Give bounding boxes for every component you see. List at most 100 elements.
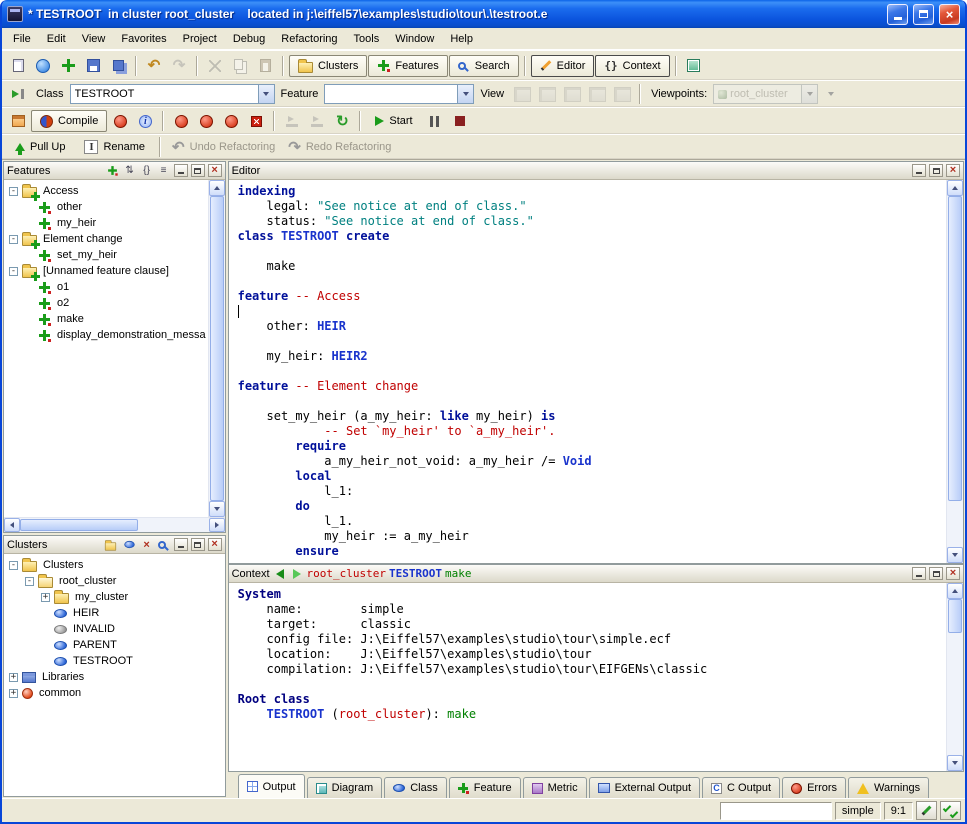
new-class-button[interactable] xyxy=(122,538,137,551)
viewpoints-combo-dropdown[interactable] xyxy=(801,85,817,103)
finalize-button[interactable] xyxy=(194,110,218,132)
checks-status-button[interactable] xyxy=(940,801,961,820)
precompile-button[interactable] xyxy=(219,110,243,132)
tree-item-access[interactable]: -Access xyxy=(4,183,208,199)
scrollbar-track[interactable] xyxy=(138,518,209,532)
menu-debug[interactable]: Debug xyxy=(225,30,273,48)
breadcrumb-feature[interactable]: make xyxy=(445,567,472,580)
start-button[interactable]: Start xyxy=(366,110,421,132)
expand-box[interactable]: + xyxy=(9,673,18,682)
tree-item-root-cluster[interactable]: -root_cluster xyxy=(4,573,225,589)
scrollbar-track[interactable] xyxy=(947,633,963,755)
tree-item-o2[interactable]: o2 xyxy=(4,295,208,311)
menu-project[interactable]: Project xyxy=(175,30,225,48)
tree-item-make[interactable]: make xyxy=(4,311,208,327)
context-vertical-scrollbar[interactable] xyxy=(946,583,963,771)
signature-button[interactable]: {} xyxy=(140,164,154,177)
clusters-tree[interactable]: -Clusters-root_cluster+my_clusterHEIRINV… xyxy=(4,554,225,796)
view-contract-button[interactable] xyxy=(585,83,609,105)
collapse-box[interactable]: - xyxy=(25,577,34,586)
features-maximize-button[interactable] xyxy=(191,164,205,177)
collapse-box[interactable]: - xyxy=(9,187,18,196)
new-window-button[interactable] xyxy=(6,55,30,77)
menu-favorites[interactable]: Favorites xyxy=(113,30,174,48)
menu-window[interactable]: Window xyxy=(387,30,442,48)
features-minimize-button[interactable] xyxy=(174,164,188,177)
tree-item-invalid[interactable]: INVALID xyxy=(4,621,225,637)
restore-button[interactable] xyxy=(913,4,934,25)
add-button[interactable] xyxy=(56,55,80,77)
redo-button[interactable]: ↷ xyxy=(167,55,191,77)
feature-combo-dropdown[interactable] xyxy=(457,85,473,103)
menu-file[interactable]: File xyxy=(5,30,39,48)
context-output-area[interactable]: System name: simple target: classic conf… xyxy=(229,583,946,771)
tree-item-my-heir[interactable]: my_heir xyxy=(4,215,208,231)
breadcrumb-class[interactable]: TESTROOT xyxy=(389,567,442,580)
collapse-box[interactable]: - xyxy=(9,267,18,276)
expand-box[interactable]: + xyxy=(41,593,50,602)
project-settings-button[interactable] xyxy=(6,110,30,132)
features-toggle-button[interactable]: Features xyxy=(368,55,447,77)
system-info-button[interactable]: i xyxy=(133,110,157,132)
tree-item-heir[interactable]: HEIR xyxy=(4,605,225,621)
clusters-maximize-button[interactable] xyxy=(191,538,205,551)
scroll-right-button[interactable] xyxy=(209,518,225,532)
scrollbar-thumb[interactable] xyxy=(20,519,138,531)
menu-refactoring[interactable]: Refactoring xyxy=(273,30,345,48)
menu-edit[interactable]: Edit xyxy=(39,30,74,48)
context-maximize-button[interactable] xyxy=(929,567,943,580)
features-horizontal-scrollbar[interactable] xyxy=(4,517,225,532)
list-view-button[interactable]: ≡ xyxy=(157,164,171,177)
context-toggle-button[interactable]: {}Context xyxy=(595,55,669,77)
features-vertical-scrollbar[interactable] xyxy=(208,180,225,517)
tree-item-my-cluster[interactable]: +my_cluster xyxy=(4,589,225,605)
view-flat-button[interactable] xyxy=(560,83,584,105)
feature-view-button[interactable] xyxy=(105,164,120,177)
save-all-button[interactable] xyxy=(106,55,130,77)
scroll-up-button[interactable] xyxy=(947,180,963,196)
scroll-down-button[interactable] xyxy=(947,755,963,771)
view-basic-button[interactable] xyxy=(510,83,534,105)
search-cluster-button[interactable] xyxy=(157,538,171,551)
tree-item-display-demonstration-messa[interactable]: display_demonstration_messa xyxy=(4,327,208,343)
cancel-compile-button[interactable] xyxy=(244,110,268,132)
collapse-box[interactable]: - xyxy=(9,561,18,570)
scrollbar-thumb[interactable] xyxy=(948,599,962,633)
cut-button[interactable] xyxy=(203,55,227,77)
context-close-button[interactable]: × xyxy=(946,567,960,580)
close-button[interactable]: × xyxy=(939,4,960,25)
editor-toggle-button[interactable]: Editor xyxy=(531,55,595,77)
delete-button[interactable]: × xyxy=(140,538,154,551)
search-button[interactable]: Search xyxy=(449,55,519,77)
tree-item-testroot[interactable]: TESTROOT xyxy=(4,653,225,669)
tree-item-unnamed-feature-clause[interactable]: -[Unnamed feature clause] xyxy=(4,263,208,279)
freeze-button[interactable] xyxy=(169,110,193,132)
expand-box[interactable]: + xyxy=(9,689,18,698)
save-button[interactable] xyxy=(81,55,105,77)
title-bar[interactable]: * TESTROOT in cluster root_cluster locat… xyxy=(2,0,965,28)
open-button[interactable] xyxy=(31,55,55,77)
tab-output[interactable]: Output xyxy=(238,774,305,798)
clusters-close-button[interactable]: × xyxy=(208,538,222,551)
clusters-minimize-button[interactable] xyxy=(174,538,188,551)
tab-metric[interactable]: Metric xyxy=(523,777,587,798)
context-forward-button[interactable] xyxy=(290,567,304,580)
collapse-box[interactable]: - xyxy=(9,235,18,244)
menu-help[interactable]: Help xyxy=(442,30,481,48)
paste-button[interactable] xyxy=(253,55,277,77)
scrollbar-thumb[interactable] xyxy=(948,196,962,501)
editor-code-area[interactable]: indexing legal: "See notice at end of cl… xyxy=(229,180,946,563)
scroll-down-button[interactable] xyxy=(209,501,225,517)
menu-tools[interactable]: Tools xyxy=(346,30,388,48)
tree-item-parent[interactable]: PARENT xyxy=(4,637,225,653)
pull-up-button[interactable]: Pull Up xyxy=(6,136,74,158)
tab-external-output[interactable]: External Output xyxy=(589,777,700,798)
class-combo-dropdown[interactable] xyxy=(258,85,274,103)
context-minimize-button[interactable] xyxy=(912,567,926,580)
scroll-up-button[interactable] xyxy=(947,583,963,599)
redo-refactoring-button[interactable]: ↷Redo Refactoring xyxy=(282,140,397,155)
tree-item-element-change[interactable]: -Element change xyxy=(4,231,208,247)
minimize-button[interactable] xyxy=(887,4,908,25)
clusters-toggle-button[interactable]: Clusters xyxy=(289,55,367,77)
viewpoints-combo[interactable]: root_cluster xyxy=(713,84,818,104)
